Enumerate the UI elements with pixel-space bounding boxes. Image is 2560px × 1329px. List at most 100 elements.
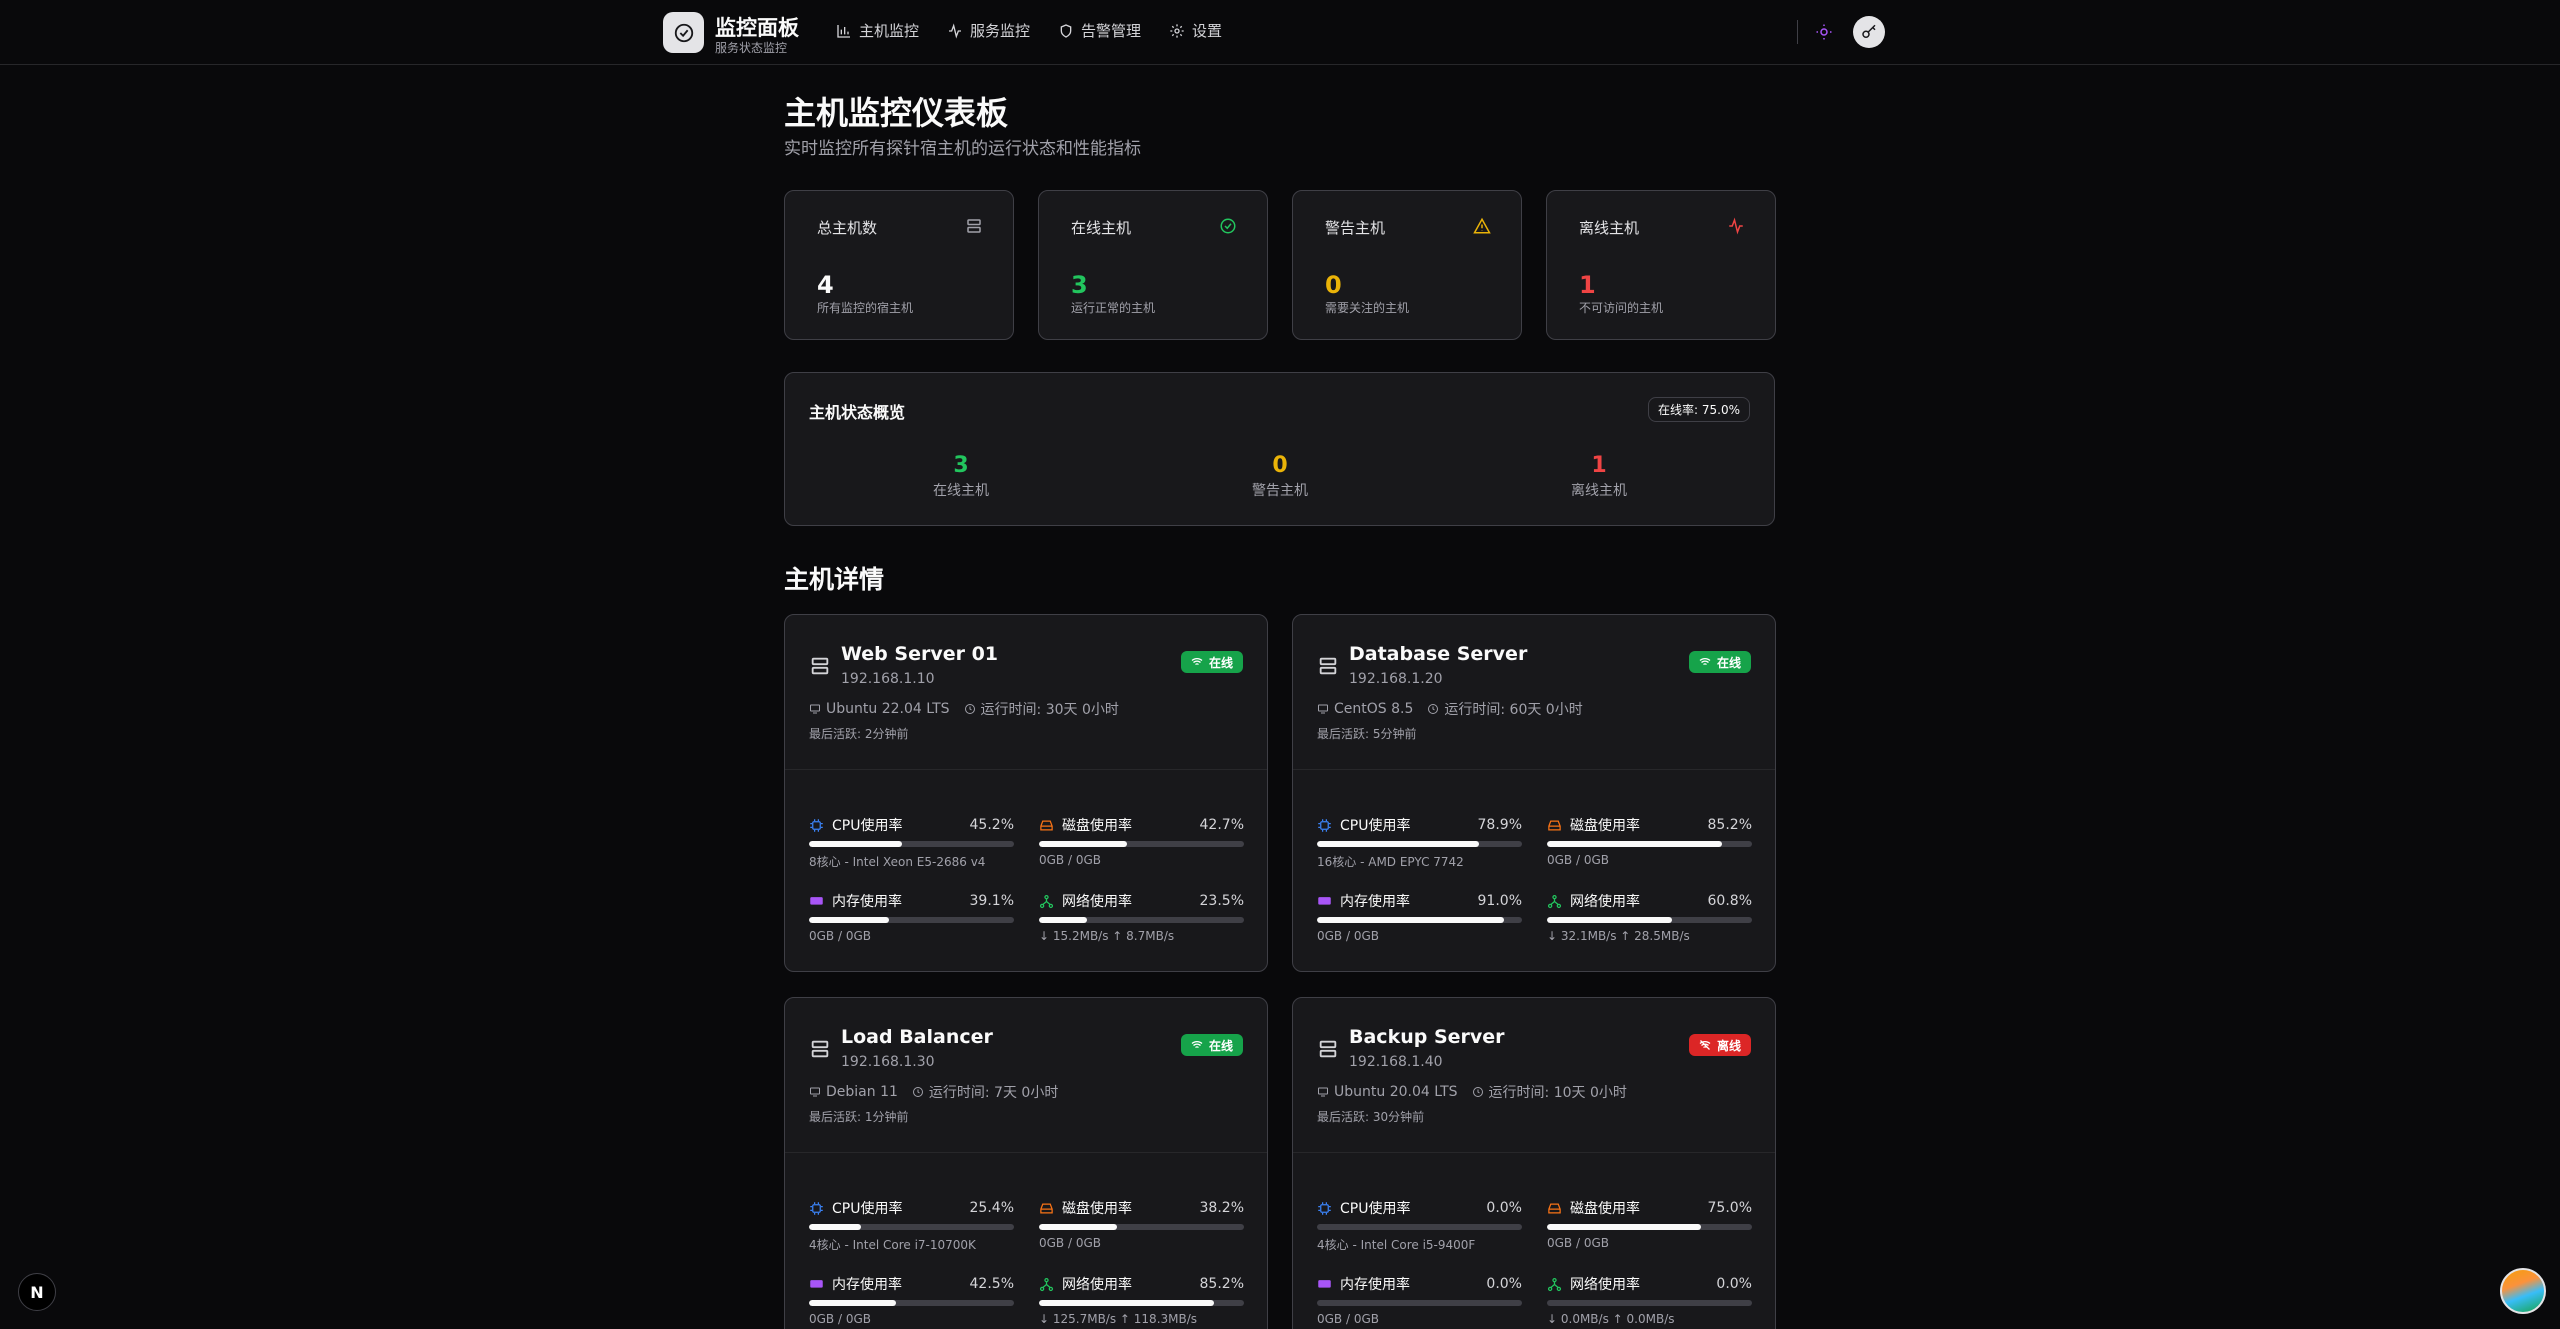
- logo-icon[interactable]: [663, 12, 704, 53]
- metric-head: CPU使用率 78.9%: [1317, 815, 1522, 835]
- stat-desc: 需要关注的主机: [1325, 301, 1410, 315]
- overview-offline-value: 1: [1591, 453, 1607, 478]
- metric-detail: 0GB / 0GB: [1547, 853, 1610, 867]
- stat-value: 1: [1579, 271, 1596, 299]
- wifi-icon: [1699, 658, 1711, 666]
- host-card[interactable]: Backup Server 192.168.1.40 离线 Ubuntu 20.…: [1292, 997, 1776, 1329]
- monitor-icon: [1318, 1087, 1328, 1097]
- wifi-off-icon: [1699, 1040, 1711, 1050]
- metric-detail: 0GB / 0GB: [1039, 853, 1102, 867]
- metric-detail: ↓ 32.1MB/s ↑ 28.5MB/s: [1547, 929, 1690, 943]
- metric-head: 网络使用率 23.5%: [1039, 891, 1244, 911]
- metric-head: CPU使用率 45.2%: [809, 815, 1014, 835]
- metric-progress-bar: [809, 917, 1014, 923]
- wifi-icon: [1191, 1041, 1203, 1049]
- host-uptime: 运行时间: 30天 0小时: [964, 699, 1119, 719]
- metric-net: 网络使用率 60.8% ↓ 32.1MB/s ↑ 28.5MB/s: [1547, 891, 1752, 943]
- metric-detail: 0GB / 0GB: [1317, 1312, 1380, 1326]
- metric-progress-bar: [1547, 1300, 1752, 1306]
- divider: [1293, 1152, 1775, 1153]
- host-os-label: Debian 11: [826, 1084, 898, 1100]
- host-uptime-label: 运行时间: 7天 0小时: [928, 1085, 1059, 1101]
- divider: [785, 769, 1267, 770]
- metric-label: 网络使用率: [1062, 894, 1132, 910]
- metric-detail: ↓ 125.7MB/s ↑ 118.3MB/s: [1039, 1312, 1198, 1326]
- metric-head: 内存使用率 0.0%: [1317, 1274, 1522, 1294]
- monitor-icon: [810, 1087, 820, 1097]
- server-icon: [967, 219, 981, 233]
- status-badge-label: 在线: [1208, 655, 1233, 670]
- user-key-button[interactable]: [1853, 16, 1885, 48]
- metric-progress-bar: [1547, 841, 1752, 847]
- metric-progress-bar: [809, 1224, 1014, 1230]
- metric-progress-bar: [1547, 917, 1752, 923]
- metric-head: 内存使用率 42.5%: [809, 1274, 1014, 1294]
- metric-label: 网络使用率: [1062, 1277, 1132, 1293]
- metric-progress-bar: [809, 1300, 1014, 1306]
- metric-label: 网络使用率: [1570, 1277, 1640, 1293]
- network-icon: [1039, 894, 1054, 908]
- metric-label: 网络使用率: [1570, 894, 1640, 910]
- clock-icon: [1428, 704, 1439, 714]
- page-title: 主机监控仪表板: [784, 94, 1009, 132]
- avatar[interactable]: [2500, 1268, 2546, 1314]
- next-logo-button[interactable]: N: [18, 1273, 56, 1311]
- metric-detail: 16核心 - AMD EPYC 7742: [1317, 855, 1464, 869]
- theme-toggle-button[interactable]: [1814, 22, 1834, 42]
- host-card[interactable]: Database Server 192.168.1.20 在线 CentOS 8…: [1292, 614, 1776, 972]
- host-meta: Ubuntu 22.04 LTS 运行时间: 30天 0小时: [809, 699, 1119, 719]
- network-icon: [1039, 1277, 1054, 1291]
- metric-value: 0.0%: [1716, 1276, 1752, 1292]
- overview-warning-value: 0: [1272, 453, 1288, 478]
- metric-value: 38.2%: [1199, 1200, 1244, 1216]
- brand-title: 监控面板: [715, 16, 799, 40]
- metric-mem: 内存使用率 39.1% 0GB / 0GB: [809, 891, 1014, 943]
- host-os-label: Ubuntu 22.04 LTS: [826, 701, 950, 717]
- stat-label: 在线主机: [1071, 219, 1132, 237]
- metric-label: CPU使用率: [1340, 818, 1411, 834]
- metric-label: 磁盘使用率: [1570, 818, 1640, 834]
- metric-progress-fill: [1547, 917, 1672, 923]
- metric-head: 网络使用率 60.8%: [1547, 891, 1752, 911]
- metric-value: 39.1%: [969, 893, 1014, 909]
- cpu-icon: [1318, 818, 1331, 832]
- metric-detail: 0GB / 0GB: [1039, 1236, 1102, 1250]
- server-icon: [1319, 657, 1337, 675]
- monitor-icon: [1318, 704, 1328, 714]
- metric-progress-fill: [1547, 1224, 1701, 1230]
- nav-service-monitor[interactable]: 服务监控: [947, 20, 1030, 41]
- metric-progress-bar: [1317, 841, 1522, 847]
- server-icon: [811, 657, 829, 675]
- stat-label: 总主机数: [817, 219, 878, 237]
- palette-icon: [1816, 24, 1832, 40]
- metric-progress-fill: [1039, 1224, 1118, 1230]
- metric-label: 内存使用率: [1340, 1277, 1410, 1293]
- status-badge-label: 在线: [1208, 1038, 1233, 1053]
- metric-progress-fill: [1547, 841, 1722, 847]
- cpu-icon: [1318, 1201, 1331, 1215]
- metric-detail: 4核心 - Intel Core i5-9400F: [1317, 1238, 1476, 1252]
- metric-head: 内存使用率 39.1%: [809, 891, 1014, 911]
- metric-head: 磁盘使用率 85.2%: [1547, 815, 1752, 835]
- metric-label: CPU使用率: [1340, 1201, 1411, 1217]
- host-uptime: 运行时间: 60天 0小时: [1427, 699, 1583, 719]
- status-badge-label: 离线: [1716, 1038, 1741, 1053]
- check-circle-icon: [1220, 218, 1236, 234]
- metric-progress-bar: [1039, 1300, 1244, 1306]
- metric-mem: 内存使用率 0.0% 0GB / 0GB: [1317, 1274, 1522, 1326]
- server-icon: [811, 1040, 829, 1058]
- clock-icon: [964, 704, 975, 714]
- host-ip: 192.168.1.10: [841, 671, 935, 687]
- host-card[interactable]: Load Balancer 192.168.1.30 在线 Debian 11 …: [784, 997, 1268, 1329]
- metric-cpu: CPU使用率 25.4% 4核心 - Intel Core i7-10700K: [809, 1198, 1014, 1253]
- nav-alert-management[interactable]: 告警管理: [1058, 20, 1141, 41]
- overview-title: 主机状态概览: [809, 403, 906, 422]
- metric-net: 网络使用率 0.0% ↓ 0.0MB/s ↑ 0.0MB/s: [1547, 1274, 1752, 1326]
- host-card[interactable]: Web Server 01 192.168.1.10 在线 Ubuntu 22.…: [784, 614, 1268, 972]
- brand-subtitle: 服务状态监控: [715, 41, 788, 55]
- nav-label: 告警管理: [1081, 22, 1142, 40]
- cpu-icon: [810, 1201, 823, 1215]
- metric-progress-fill: [809, 917, 890, 923]
- nav-host-monitor[interactable]: 主机监控: [836, 20, 919, 41]
- nav-settings[interactable]: 设置: [1169, 20, 1222, 41]
